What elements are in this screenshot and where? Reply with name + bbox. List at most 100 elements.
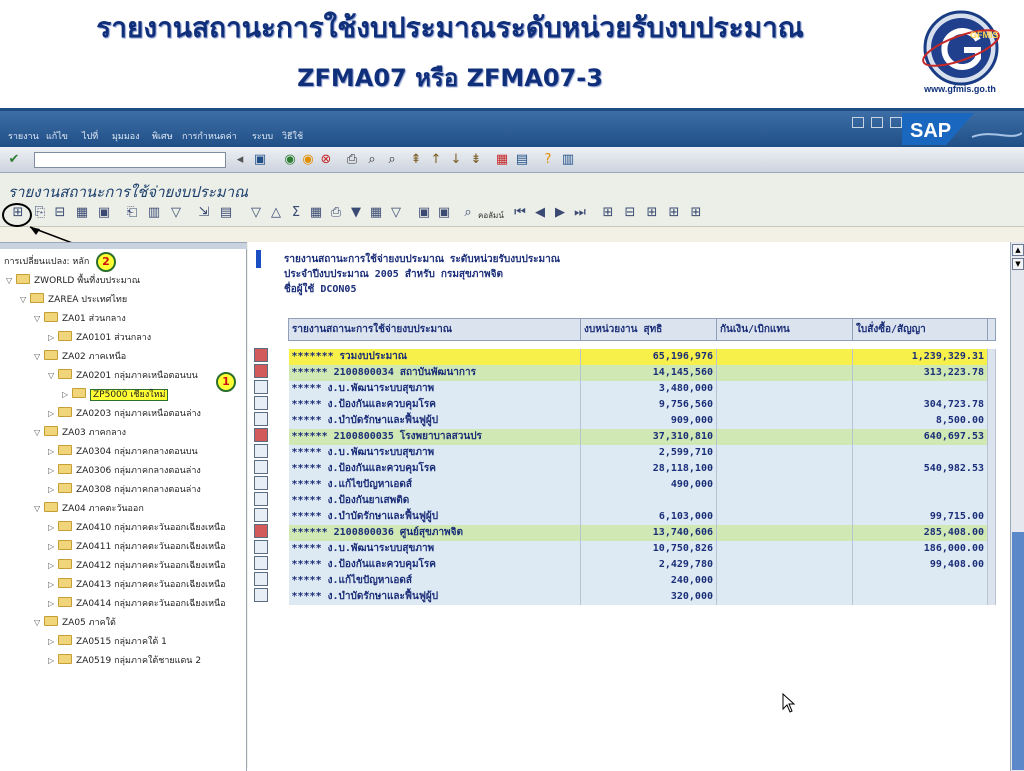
hierarchy-all-icon[interactable]: ⊞ — [688, 205, 704, 221]
last-page-icon[interactable]: ⇟ — [468, 152, 484, 168]
collapsed-triangle-icon[interactable]: ▷ — [48, 442, 58, 461]
hierarchy-node-icon[interactable] — [254, 428, 268, 442]
tree-node[interactable]: ▷ ZP5000 เชียงใหม่ — [62, 385, 169, 404]
document-icon[interactable] — [254, 396, 268, 410]
table-row[interactable]: ***** ง.ป้องกันและควบคุมโรค 9,756,560 304,… — [288, 396, 996, 413]
print-icon[interactable]: ⎙ — [344, 152, 360, 168]
graphic-icon[interactable]: ▥ — [146, 205, 162, 221]
maximize-button[interactable] — [871, 117, 884, 128]
tree-node[interactable]: ▽ ZA01 ส่วนกลาง — [34, 309, 126, 328]
table-row[interactable]: ***** ง.บ.พัฒนาระบบสุขภาพ 2,599,710 — [288, 444, 996, 461]
variant-icon[interactable]: ▼ — [348, 205, 364, 221]
save-icon[interactable]: ▣ — [252, 152, 268, 168]
save-layout-icon[interactable]: ▣ — [416, 205, 432, 221]
tree-node[interactable]: ▷ ZA0304 กลุ่มภาคกลางตอนบน — [48, 442, 198, 461]
copy-icon[interactable]: ⎘ — [32, 205, 48, 221]
expanded-triangle-icon[interactable]: ▽ — [20, 290, 30, 309]
structure-icon[interactable]: ⊟ — [52, 205, 68, 221]
collapsed-triangle-icon[interactable]: ▷ — [48, 480, 58, 499]
info-icon[interactable]: ▣ — [96, 205, 112, 221]
menu-settings[interactable]: การกำหนดค่า — [182, 129, 237, 143]
menu-goto[interactable]: ไปที่ — [82, 129, 98, 143]
collapsed-triangle-icon[interactable]: ▷ — [48, 328, 58, 347]
document-icon[interactable] — [254, 444, 268, 458]
sort-asc-icon[interactable]: △ — [268, 205, 284, 221]
hierarchy-up-icon[interactable]: ⊞ — [644, 205, 660, 221]
menu-system[interactable]: ระบบ — [252, 129, 273, 143]
menu-edit[interactable]: แก้ไข — [46, 129, 68, 143]
next-column-icon[interactable]: ▶ — [552, 205, 568, 221]
prev-column-icon[interactable]: ◀ — [532, 205, 548, 221]
vertical-scrollbar[interactable]: ▲ ▼ — [1010, 242, 1024, 771]
column-header-po[interactable]: ใบสั่งซื้อ/สัญญา — [852, 318, 988, 341]
tree-node[interactable]: ▽ ZA03 ภาคกลาง — [34, 423, 126, 442]
table-row[interactable]: ***** ง.แก้ไขปัญหาเอดส์ 240,000 — [288, 572, 996, 589]
table-row[interactable]: ***** ง.บ.พัฒนาระบบสุขภาพ 3,480,000 — [288, 380, 996, 397]
document-icon[interactable] — [254, 588, 268, 602]
collapsed-triangle-icon[interactable]: ▷ — [48, 632, 58, 651]
expanded-triangle-icon[interactable]: ▽ — [34, 309, 44, 328]
scroll-thumb[interactable] — [1012, 532, 1024, 770]
menu-extras[interactable]: พิเศษ — [152, 129, 173, 143]
table-icon[interactable]: ▤ — [218, 205, 234, 221]
tree-node[interactable]: ▷ ZA0411 กลุ่มภาคตะวันออกเฉียงเหนือ — [48, 537, 226, 556]
layout-icon[interactable]: ▥ — [560, 152, 576, 168]
tree-node[interactable]: ▷ ZA0412 กลุ่มภาคตะวันออกเฉียงเหนือ — [48, 556, 226, 575]
tree-node[interactable]: ▽ ZA05 ภาคใต้ — [34, 613, 116, 632]
table-row[interactable]: ****** 2100800036 ศูนย์สุขภาพจิต 13,740,6… — [288, 524, 996, 541]
table-row[interactable]: ****** 2100800034 สถาบันพัฒนาการ 14,145,5… — [288, 364, 996, 381]
help-icon[interactable]: ? — [540, 152, 556, 168]
tree-node[interactable]: ▷ ZA0308 กลุ่มภาคกลางตอนล่าง — [48, 480, 201, 499]
document-icon[interactable] — [254, 492, 268, 506]
find-next-icon[interactable]: ⌕ — [384, 152, 400, 168]
document-icon[interactable] — [254, 556, 268, 570]
expand-icon[interactable]: ⊞ — [600, 205, 616, 221]
expanded-triangle-icon[interactable]: ▽ — [34, 499, 44, 518]
scroll-down-icon[interactable]: ▼ — [1012, 258, 1024, 270]
grid-icon[interactable]: ▦ — [74, 205, 90, 221]
column-header-budget[interactable]: งบหน่วยงาน สุทธิ — [580, 318, 717, 341]
menu-help[interactable]: วิธีใช้ — [282, 129, 303, 143]
table-row[interactable]: ***** ง.ป้องกันและควบคุมโรค 28,118,100 540… — [288, 460, 996, 477]
cancel-icon[interactable]: ⊗ — [318, 152, 334, 168]
collapsed-triangle-icon[interactable]: ▷ — [48, 556, 58, 575]
collapsed-triangle-icon[interactable]: ▷ — [62, 385, 72, 404]
tree-node[interactable]: ▽ ZA04 ภาคตะวันออก — [34, 499, 144, 518]
tree-node[interactable]: ▷ ZA0203 กลุ่มภาคเหนือตอนล่าง — [48, 404, 201, 423]
expanded-triangle-icon[interactable]: ▽ — [34, 613, 44, 632]
print-preview-icon[interactable]: ⎙ — [328, 205, 344, 221]
last-column-icon[interactable]: ⏭ — [572, 205, 588, 221]
column-header-reserve[interactable]: กันเงิน/เบิกแทน — [716, 318, 853, 341]
collapsed-triangle-icon[interactable]: ▷ — [48, 404, 58, 423]
scroll-up-icon[interactable]: ▲ — [1012, 244, 1024, 256]
hierarchy-down-icon[interactable]: ⊞ — [666, 205, 682, 221]
first-column-icon[interactable]: ⏮ — [512, 205, 528, 221]
subtotal-icon[interactable]: ▦ — [308, 205, 324, 221]
total-icon[interactable]: Σ — [288, 205, 304, 221]
filter-icon[interactable]: ▽ — [168, 205, 184, 221]
tree-node[interactable]: ▷ ZA0101 ส่วนกลาง — [48, 328, 151, 347]
load-layout-icon[interactable]: ▣ — [436, 205, 452, 221]
table-row[interactable]: ***** ง.บำบัดรักษาและฟื้นฟูผู้ป 320,000 — [288, 588, 996, 605]
expanded-triangle-icon[interactable]: ▽ — [48, 366, 58, 385]
expanded-triangle-icon[interactable]: ▽ — [6, 271, 16, 290]
tree-node[interactable]: ▷ ZA0413 กลุ่มภาคตะวันออกเฉียงเหนือ — [48, 575, 226, 594]
command-field[interactable] — [34, 152, 226, 168]
collapsed-triangle-icon[interactable]: ▷ — [48, 575, 58, 594]
tree-node[interactable]: ▷ ZA0414 กลุ่มภาคตะวันออกเฉียงเหนือ — [48, 594, 226, 613]
table-row[interactable]: ***** ง.บำบัดรักษาและฟื้นฟูผู้ป 6,103,000… — [288, 508, 996, 525]
tree-node[interactable]: ▷ ZA0515 กลุ่มภาคใต้ 1 — [48, 632, 167, 651]
table-row[interactable]: ***** ง.ป้องกันยาเสพติด — [288, 492, 996, 509]
tree-node[interactable]: ▽ ZA02 ภาคเหนือ — [34, 347, 126, 366]
layout-select-icon[interactable]: ▦ — [368, 205, 384, 221]
collapsed-triangle-icon[interactable]: ▷ — [48, 461, 58, 480]
hierarchy-node-icon[interactable] — [254, 364, 268, 378]
collapsed-triangle-icon[interactable]: ▷ — [48, 518, 58, 537]
find-icon[interactable]: ⌕ — [364, 152, 380, 168]
column-header-report[interactable]: รายงานสถานะการใช้จ่ายงบประมาณ — [288, 318, 581, 341]
expanded-triangle-icon[interactable]: ▽ — [34, 347, 44, 366]
document-icon[interactable] — [254, 460, 268, 474]
document-icon[interactable] — [254, 412, 268, 426]
expanded-triangle-icon[interactable]: ▽ — [34, 423, 44, 442]
sort-desc-icon[interactable]: ▽ — [248, 205, 264, 221]
